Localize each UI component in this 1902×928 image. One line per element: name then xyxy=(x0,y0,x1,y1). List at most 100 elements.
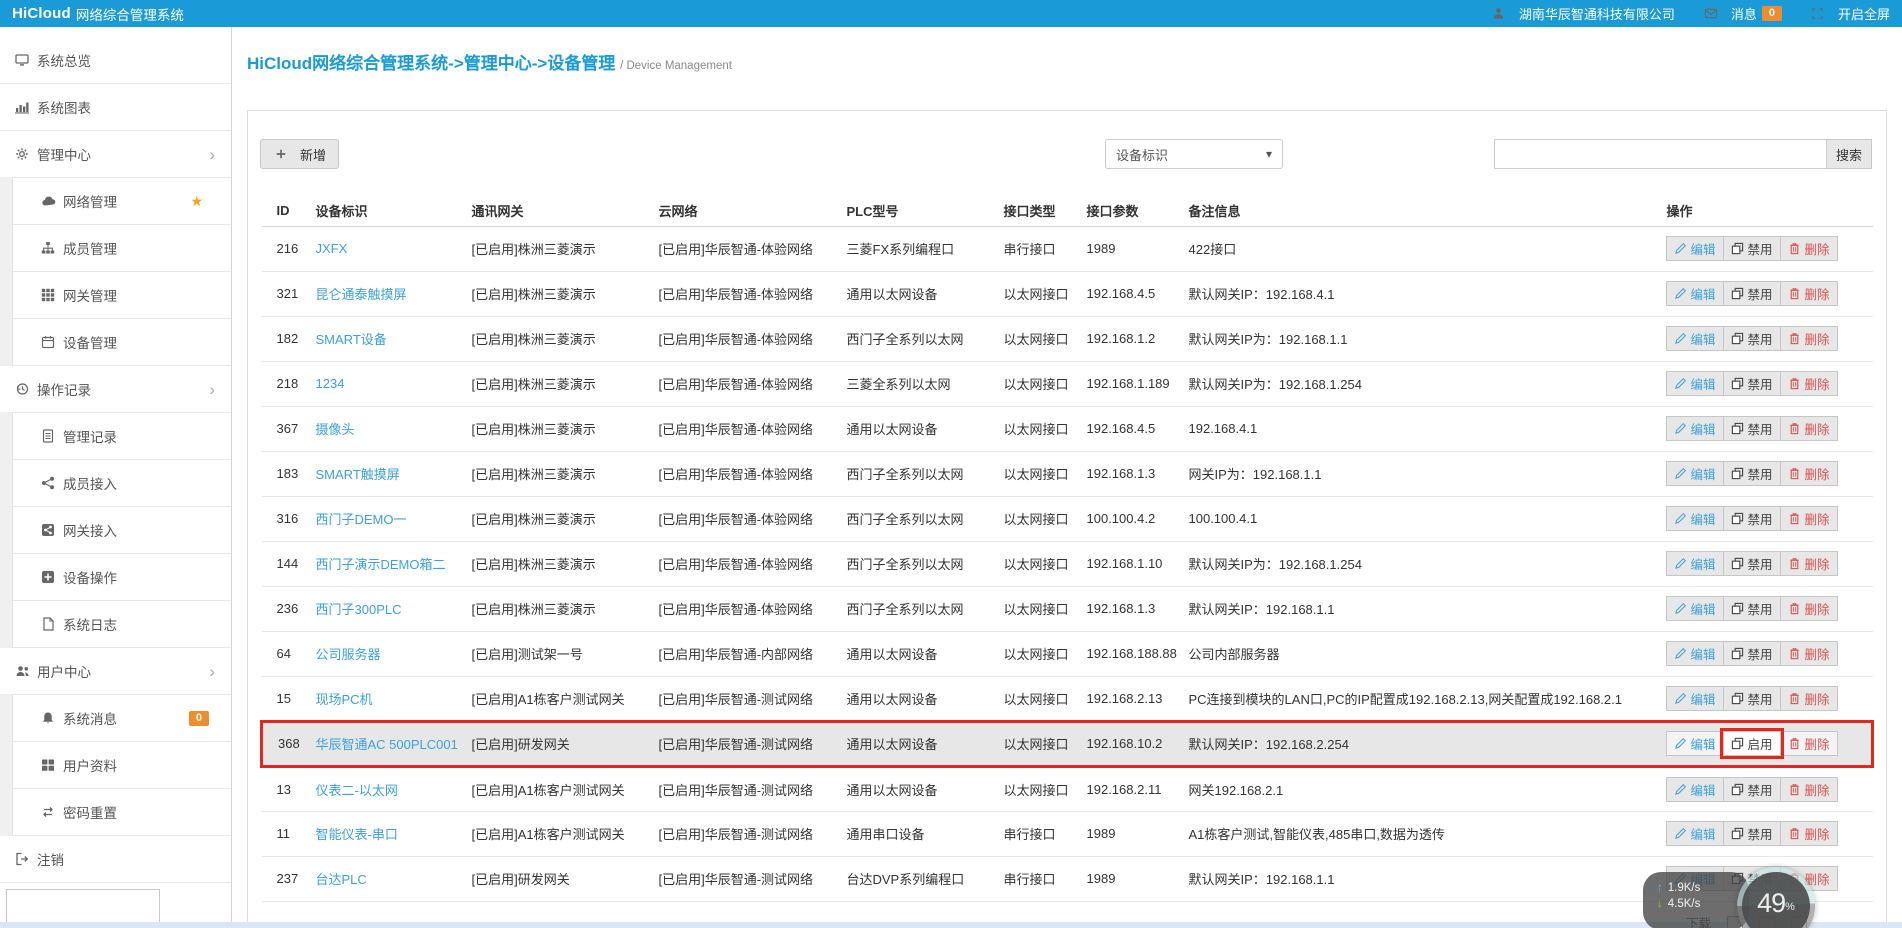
edit-button[interactable]: 编辑 xyxy=(1665,461,1724,486)
delete-button[interactable]: 删除 xyxy=(1779,776,1838,802)
sidebar-item[interactable]: 用户资料 xyxy=(0,741,231,789)
action-label: 编辑 xyxy=(1690,243,1716,257)
company-account[interactable]: 湖南华辰智通科技有限公司 xyxy=(1491,4,1675,23)
sidebar-item[interactable]: 密码重置 xyxy=(0,788,231,836)
delete-button[interactable]: 删除 xyxy=(1779,685,1838,711)
cell-device-name: 西门子300PLC xyxy=(311,586,468,632)
action-label: 禁用 xyxy=(1747,828,1773,842)
cell-param: 192.168.1.10 xyxy=(1082,541,1185,587)
device-link[interactable]: SMART设备 xyxy=(316,332,387,347)
disable-button[interactable]: 禁用 xyxy=(1722,641,1781,666)
disable-button[interactable]: 禁用 xyxy=(1722,371,1781,396)
exchange-icon xyxy=(40,805,56,819)
device-link[interactable]: 现场PC机 xyxy=(316,692,373,707)
cell-network: [已启用]华辰智通-体验网络 xyxy=(654,541,843,587)
disable-button[interactable]: 禁用 xyxy=(1722,596,1781,621)
delete-button[interactable]: 删除 xyxy=(1779,236,1838,261)
sidebar-menu: 系统总览 系统图表 管理中心 › 网络管理 ★ 成员管理 网关管理 设备管理 操作记录 › 管理记录成… xyxy=(0,27,231,928)
edit-button[interactable]: 编辑 xyxy=(1665,371,1724,396)
edit-button[interactable]: 编辑 xyxy=(1665,326,1724,351)
delete-button[interactable]: 删除 xyxy=(1779,596,1838,621)
sidebar-item[interactable]: 网络管理 ★ xyxy=(0,177,231,225)
disable-button[interactable]: 禁用 xyxy=(1722,461,1781,486)
disable-button[interactable]: 禁用 xyxy=(1722,551,1781,576)
sidebar-item[interactable]: 管理记录 xyxy=(0,412,231,460)
disable-button[interactable]: 禁用 xyxy=(1722,236,1781,261)
device-link[interactable]: 西门子300PLC xyxy=(316,602,402,617)
delete-button[interactable]: 删除 xyxy=(1779,461,1838,486)
delete-button[interactable]: 删除 xyxy=(1779,416,1838,441)
edit-button[interactable]: 编辑 xyxy=(1665,281,1724,306)
sidebar-item[interactable]: 操作记录 › xyxy=(0,366,231,413)
delete-button[interactable]: 删除 xyxy=(1779,821,1838,846)
device-link[interactable]: SMART触摸屏 xyxy=(316,467,400,482)
sidebar-item[interactable]: 设备操作 xyxy=(0,553,231,601)
delete-button[interactable]: 删除 xyxy=(1779,506,1838,531)
edit-button[interactable]: 编辑 xyxy=(1665,776,1724,802)
add-device-button[interactable]: 新增 xyxy=(260,139,340,169)
sidebar-item[interactable]: 系统图表 xyxy=(0,84,231,131)
device-link[interactable]: 智能仪表-串口 xyxy=(316,827,398,842)
edit-button[interactable]: 编辑 xyxy=(1665,685,1724,711)
action-label: 启用 xyxy=(1747,738,1773,752)
enable-button[interactable]: 启用 xyxy=(1722,731,1781,756)
edit-button[interactable]: 编辑 xyxy=(1665,236,1724,261)
sidebar-item[interactable]: 用户中心 › xyxy=(0,648,231,695)
sidebar-item[interactable]: 成员管理 xyxy=(0,224,231,272)
edit-button[interactable]: 编辑 xyxy=(1665,416,1724,441)
device-link[interactable]: 华辰智通AC 500PLC001 xyxy=(316,737,458,752)
edit-button[interactable]: 编辑 xyxy=(1665,821,1724,846)
device-link[interactable]: 昆仑通泰触摸屏 xyxy=(316,287,407,302)
sidebar-item[interactable]: 设备管理 xyxy=(0,318,231,366)
disable-button[interactable]: 禁用 xyxy=(1722,685,1781,711)
cell-plc: 通用以太网设备 xyxy=(842,766,1000,812)
delete-button[interactable]: 删除 xyxy=(1779,551,1838,576)
device-link[interactable]: JXFX xyxy=(316,241,348,256)
cloud-icon xyxy=(40,194,56,208)
cell-actions: 编辑 禁用 删除 xyxy=(1662,226,1873,272)
sidebar-item[interactable]: 系统消息 0 xyxy=(0,694,231,742)
device-link[interactable]: 台达PLC xyxy=(316,872,367,887)
edit-button[interactable]: 编辑 xyxy=(1665,506,1724,531)
pencil-icon xyxy=(1674,647,1687,660)
sidebar-item[interactable]: 系统总览 xyxy=(0,37,231,84)
disable-button[interactable]: 禁用 xyxy=(1722,326,1781,351)
disable-button[interactable]: 禁用 xyxy=(1722,776,1781,802)
cell-remark: 默认网关IP为：192.168.1.1 xyxy=(1184,316,1663,362)
delete-button[interactable]: 删除 xyxy=(1779,731,1838,756)
sidebar-item[interactable]: 系统日志 xyxy=(0,600,231,648)
device-link[interactable]: 西门子演示DEMO箱二 xyxy=(316,557,446,572)
edit-button[interactable]: 编辑 xyxy=(1665,596,1724,621)
sidebar-item[interactable]: 成员接入 xyxy=(0,459,231,507)
cell-remark: 100.100.4.1 xyxy=(1184,496,1663,542)
sidebar-item-label: 成员接入 xyxy=(63,477,117,492)
device-link[interactable]: 公司服务器 xyxy=(316,647,381,662)
disable-button[interactable]: 禁用 xyxy=(1722,506,1781,531)
messages-menu[interactable]: 消息 0 xyxy=(1703,4,1782,23)
edit-button[interactable]: 编辑 xyxy=(1665,641,1724,666)
search-button[interactable]: 搜索 xyxy=(1826,139,1872,169)
device-link[interactable]: 仪表二-以太网 xyxy=(316,783,398,798)
disable-button[interactable]: 禁用 xyxy=(1722,281,1781,306)
sidebar-item[interactable]: 注销 xyxy=(0,836,231,883)
sidebar-item[interactable]: 网关管理 xyxy=(0,271,231,319)
delete-button[interactable]: 删除 xyxy=(1779,371,1838,396)
sidebar-item[interactable]: 管理中心 › xyxy=(0,131,231,178)
device-link[interactable]: 摄像头 xyxy=(316,422,355,437)
delete-button[interactable]: 删除 xyxy=(1779,641,1838,666)
disable-button[interactable]: 禁用 xyxy=(1722,416,1781,441)
edit-button[interactable]: 编辑 xyxy=(1665,551,1724,576)
action-label: 禁用 xyxy=(1747,513,1773,527)
sidebar-item[interactable]: 网关接入 xyxy=(0,506,231,554)
fullscreen-toggle[interactable]: 开启全屏 xyxy=(1810,4,1890,23)
delete-button[interactable]: 删除 xyxy=(1779,281,1838,306)
device-link[interactable]: 1234 xyxy=(316,376,345,391)
disable-button[interactable]: 禁用 xyxy=(1722,821,1781,846)
search-field-select[interactable]: 设备标识 ▾ xyxy=(1105,139,1283,169)
search-input[interactable] xyxy=(1493,139,1827,169)
delete-button[interactable]: 删除 xyxy=(1779,326,1838,351)
edit-button[interactable]: 编辑 xyxy=(1665,731,1724,756)
sidebar-item-label: 密码重置 xyxy=(63,806,117,821)
device-link[interactable]: 西门子DEMO一 xyxy=(316,512,407,527)
cell-remark: 422接口 xyxy=(1184,226,1663,272)
